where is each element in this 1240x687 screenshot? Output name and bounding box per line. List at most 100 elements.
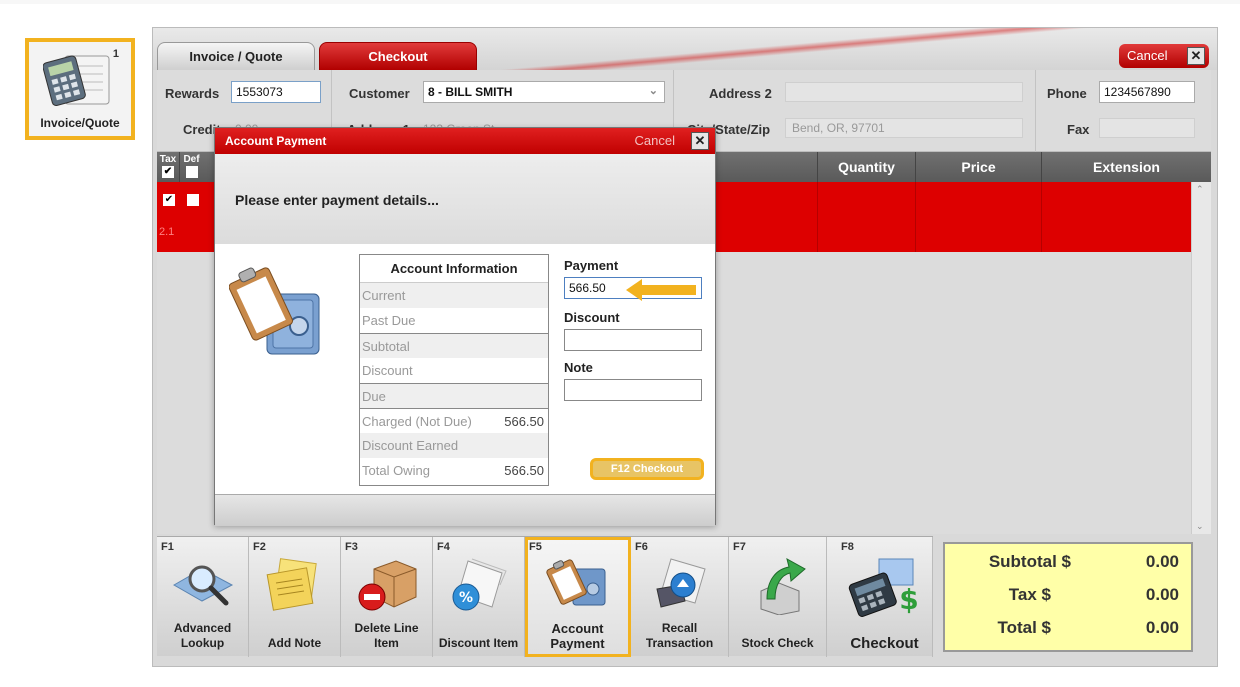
tab-checkout[interactable]: Checkout: [319, 42, 477, 70]
account-row-label: Due: [362, 389, 386, 404]
note-input[interactable]: [564, 379, 702, 401]
city-state-zip-field: Bend, OR, 97701: [785, 118, 1023, 138]
column-price[interactable]: Price: [915, 152, 1041, 182]
chevron-down-icon: ⌄: [648, 85, 658, 97]
f1-label: Advanced Lookup: [173, 621, 232, 650]
account-row-label: Subtotal: [362, 339, 410, 354]
f4-label: Discount Item: [438, 636, 519, 650]
window-cancel-label: Cancel: [1127, 48, 1168, 63]
f5-key-label: F5: [529, 541, 542, 553]
row-tax-checkbox[interactable]: ✔: [163, 194, 175, 206]
tax-value: 0.00: [1145, 585, 1179, 604]
customer-value: 8 - BILL SMITH: [428, 85, 513, 99]
f7-stock-check-button[interactable]: F7 Stock Check: [729, 537, 827, 657]
column-def[interactable]: Def: [179, 152, 203, 182]
cell-divider: [915, 182, 916, 252]
f2-label: Add Note: [267, 636, 322, 650]
magnifier-icon: [172, 565, 233, 606]
f4-discount-item-button[interactable]: F4 % Discount Item: [433, 537, 525, 657]
f1-advanced-lookup-button[interactable]: F1 Advanced Lookup: [157, 537, 249, 657]
divider: [1035, 70, 1036, 152]
discount-label: Discount: [564, 310, 620, 325]
column-extension[interactable]: Extension: [1041, 152, 1211, 182]
account-row-total-owing: Total Owing 566.50: [360, 458, 548, 483]
f5-account-payment-button[interactable]: F5 Account Payment: [525, 537, 631, 657]
window-cancel-button[interactable]: Cancel ✕: [1119, 44, 1209, 68]
dialog-header: Please enter payment details...: [215, 154, 715, 244]
phone-label: Phone: [1047, 86, 1087, 101]
account-row-charged-not-due: Charged (Not Due) 566.50: [360, 408, 548, 433]
cell-divider: [1041, 182, 1042, 252]
account-payment-dialog: Account Payment Cancel ✕ Please enter pa…: [214, 127, 716, 526]
cash-register-icon: $: [848, 558, 918, 617]
customer-label: Customer: [349, 86, 410, 101]
account-row-label: Charged (Not Due): [362, 414, 472, 429]
f6-key-label: F6: [635, 541, 648, 553]
account-row-due: Due: [360, 383, 548, 408]
scroll-up-icon[interactable]: ⌃: [1196, 184, 1204, 195]
rewards-input[interactable]: 1553073: [231, 81, 321, 103]
f2-key-label: F2: [253, 541, 266, 553]
f1-key-label: F1: [161, 541, 174, 553]
fax-label: Fax: [1067, 122, 1090, 137]
column-quantity[interactable]: Quantity: [817, 152, 915, 182]
function-key-bar: F1 Advanced Lookup F2 Add Note F3 Delete…: [157, 536, 933, 657]
totals-panel: Subtotal $ 0.00 Tax $ 0.00 Total $ 0.00: [943, 542, 1193, 652]
tax-all-checkbox[interactable]: ✔: [162, 166, 174, 178]
customer-select[interactable]: 8 - BILL SMITH ⌄: [423, 81, 665, 103]
calculator-icon: [43, 55, 110, 107]
clipboard-safe-icon: [545, 559, 605, 606]
column-tax-label: Tax: [159, 154, 177, 165]
account-row-value: 566.50: [504, 414, 544, 429]
svg-text:%: %: [458, 590, 472, 606]
tax-row: Tax $ 0.00: [945, 585, 1191, 615]
launcher-label: Invoice/Quote: [40, 116, 120, 130]
row-def-checkbox[interactable]: [187, 194, 199, 206]
total-label: Total $: [997, 618, 1051, 637]
scroll-down-icon[interactable]: ⌄: [1196, 521, 1204, 532]
f6-label: Recall Transaction: [645, 621, 714, 650]
subtotal-row: Subtotal $ 0.00: [945, 552, 1191, 582]
account-row-label: Discount Earned: [362, 438, 459, 453]
account-row-label: Current: [362, 288, 406, 303]
def-all-checkbox[interactable]: [185, 166, 198, 178]
account-information-title: Account Information: [360, 255, 548, 283]
dialog-prompt: Please enter payment details...: [235, 192, 439, 208]
arrow-left-icon: [626, 279, 696, 301]
column-tax[interactable]: Tax ✔: [157, 152, 179, 182]
rewards-label: Rewards: [165, 86, 220, 101]
dialog-footer: [215, 494, 715, 526]
phone-input[interactable]: 1234567890: [1099, 81, 1195, 103]
f6-recall-transaction-button[interactable]: F6 Recall Transaction: [631, 537, 729, 657]
f3-delete-line-item-button[interactable]: F3 Delete Line Item: [341, 537, 433, 657]
recall-icon: [655, 558, 706, 608]
tax-label: Tax $: [1008, 585, 1051, 604]
tab-invoice-quote[interactable]: Invoice / Quote: [157, 42, 315, 70]
grid-scrollbar[interactable]: ⌃ ⌄: [1191, 182, 1211, 534]
clipboard-safe-icon: [229, 267, 320, 355]
account-row-discount: Discount: [360, 358, 548, 383]
total-row: Total $ 0.00: [945, 618, 1191, 648]
dialog-close-icon[interactable]: ✕: [691, 132, 709, 150]
total-value: 0.00: [1145, 618, 1179, 637]
f3-label: Delete Line Item: [354, 621, 419, 650]
close-icon[interactable]: ✕: [1187, 47, 1205, 65]
subtotal-label: Subtotal $: [988, 552, 1071, 571]
account-row-subtotal: Subtotal: [360, 333, 548, 358]
discount-input[interactable]: [564, 329, 702, 351]
fax-field: [1099, 118, 1195, 138]
account-row-value: 566.50: [504, 463, 544, 478]
payment-label: Payment: [564, 258, 619, 273]
dialog-cancel-button[interactable]: Cancel: [635, 128, 675, 154]
svg-text:$: $: [899, 583, 918, 616]
note-label: Note: [564, 360, 593, 375]
account-row-label: Total Owing: [362, 463, 430, 478]
account-row-past-due: Past Due: [360, 308, 548, 333]
f12-checkout-button[interactable]: F12 Checkout: [590, 458, 704, 480]
account-row-discount-earned: Discount Earned: [360, 433, 548, 458]
sticky-note-icon: [266, 558, 317, 611]
delete-box-icon: [358, 560, 416, 611]
f2-add-note-button[interactable]: F2 Add Note: [249, 537, 341, 657]
invoice-quote-launcher[interactable]: 1 Invoice/Quote: [25, 38, 135, 140]
f8-checkout-button[interactable]: F8 $ Checkout: [837, 537, 933, 657]
